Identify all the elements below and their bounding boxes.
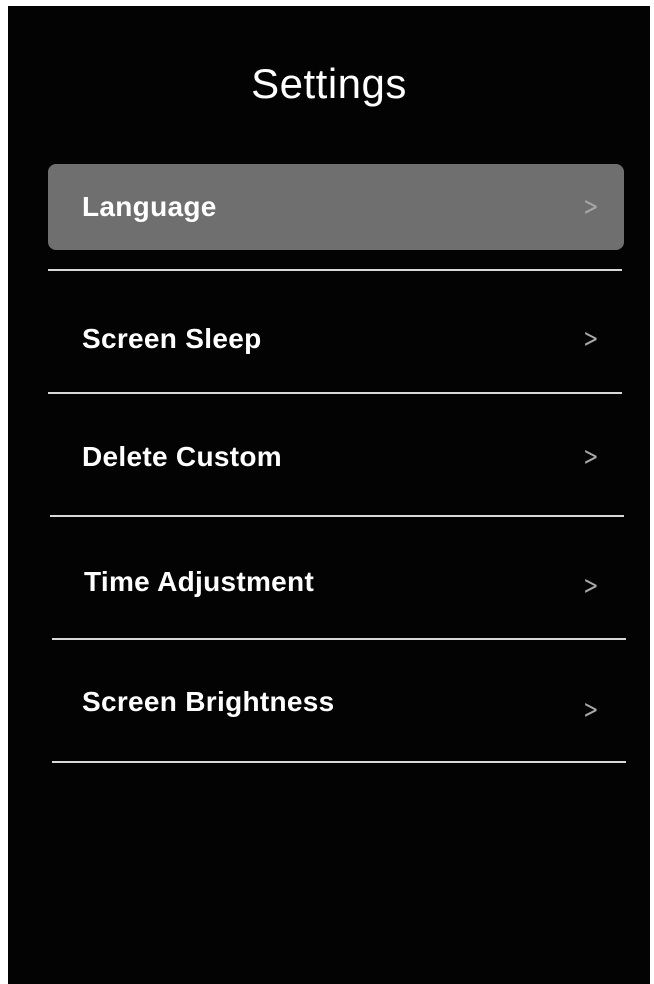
- chevron-right-icon: >: [583, 192, 599, 222]
- menu-item-label: Time Adjustment: [84, 566, 315, 597]
- menu-item-screen-sleep[interactable]: Screen Sleep >: [48, 296, 624, 382]
- divider: [50, 515, 624, 517]
- menu-item-label: Delete Custom: [82, 441, 282, 472]
- menu-item-language[interactable]: Language >: [48, 164, 624, 250]
- divider: [52, 638, 626, 640]
- menu-item-label: Screen Brightness: [82, 686, 335, 717]
- menu-item-screen-brightness[interactable]: Screen Brightness >: [48, 659, 624, 745]
- chevron-right-icon: >: [583, 571, 599, 601]
- chevron-right-icon: >: [583, 695, 599, 725]
- menu-item-delete-custom[interactable]: Delete Custom >: [48, 414, 624, 500]
- page-title: Settings: [251, 60, 407, 107]
- menu-item-label: Screen Sleep: [82, 323, 262, 354]
- divider: [48, 392, 622, 394]
- divider: [48, 269, 622, 271]
- menu-item-label: Language: [82, 191, 217, 222]
- menu-item-time-adjustment[interactable]: Time Adjustment >: [48, 539, 624, 625]
- divider: [52, 761, 626, 763]
- chevron-right-icon: >: [583, 324, 599, 354]
- chevron-right-icon: >: [583, 442, 599, 472]
- settings-screen: Settings Language > Screen Sleep > Delet…: [8, 6, 650, 984]
